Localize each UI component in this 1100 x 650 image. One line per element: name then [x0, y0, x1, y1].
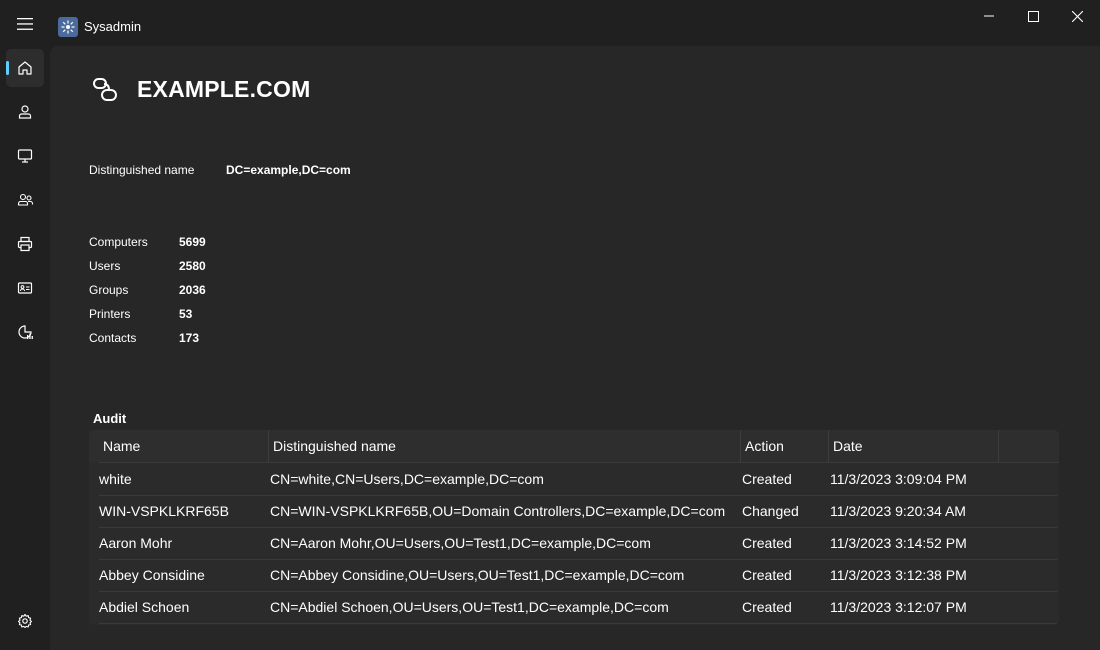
stat-label-users: Users — [89, 259, 121, 273]
user-icon — [18, 105, 32, 119]
stat-value-users: 2580 — [179, 259, 206, 273]
app-title: Sysadmin — [84, 19, 142, 34]
home-icon — [18, 61, 32, 75]
cell-distinguished-name: CN=Aaron Mohr,OU=Users,OU=Test1,DC=examp… — [270, 535, 651, 551]
groups-icon — [17, 193, 33, 206]
app-logo-icon — [58, 17, 78, 37]
menu-button[interactable] — [10, 10, 40, 38]
cell-name: Aaron Mohr — [99, 535, 173, 551]
table-row[interactable]: Abbey Considine CN=Abbey Considine,OU=Us… — [99, 560, 1057, 592]
close-button[interactable] — [1054, 0, 1100, 32]
stat-value-printers: 53 — [179, 307, 193, 321]
page-title: EXAMPLE.COM — [137, 76, 311, 102]
cell-date: 11/3/2023 3:09:04 PM — [830, 471, 967, 487]
stat-value-computers: 5699 — [179, 235, 206, 249]
table-header: Name Distinguished name Action Date — [89, 430, 1059, 463]
distinguished-name-label: Distinguished name — [89, 163, 195, 177]
cell-name: WIN-VSPKLKRF65B — [99, 503, 229, 519]
contact-card-icon — [17, 282, 33, 294]
cell-date: 11/3/2023 3:14:52 PM — [830, 535, 967, 551]
table-row[interactable]: Abdiel Schoen CN=Abdiel Schoen,OU=Users,… — [99, 592, 1057, 624]
sidebar-item-reports[interactable] — [6, 313, 44, 351]
cell-date: 11/3/2023 3:12:07 PM — [830, 599, 967, 615]
stat-label-groups: Groups — [89, 283, 129, 297]
audit-table: Name Distinguished name Action Date whit… — [89, 430, 1059, 625]
stat-value-contacts: 173 — [179, 331, 200, 345]
table-row[interactable]: white CN=white,CN=Users,DC=example,DC=co… — [99, 464, 1057, 496]
cell-distinguished-name: CN=Abbey Considine,OU=Users,OU=Test1,DC=… — [270, 567, 685, 583]
printer-icon — [17, 236, 33, 252]
maximize-button[interactable] — [1010, 0, 1056, 32]
minimize-icon — [984, 15, 994, 17]
sidebar-item-users[interactable] — [6, 93, 44, 131]
column-header-date[interactable]: Date — [829, 430, 999, 462]
gear-icon — [17, 613, 33, 629]
table-left-gutter — [89, 462, 99, 625]
sidebar-item-home[interactable] — [6, 49, 44, 87]
cell-date: 11/3/2023 3:12:38 PM — [830, 567, 967, 583]
stat-label-computers: Computers — [89, 235, 148, 249]
report-icon — [17, 324, 33, 339]
cell-action: Created — [742, 471, 792, 487]
audit-heading: Audit — [93, 411, 127, 426]
settings-button[interactable] — [6, 602, 44, 640]
sidebar — [0, 46, 50, 650]
cell-name: Abbey Considine — [99, 567, 205, 583]
sidebar-item-printers[interactable] — [6, 225, 44, 263]
column-header-distinguished-name[interactable]: Distinguished name — [269, 430, 741, 462]
selection-indicator — [6, 61, 9, 75]
domain-icon — [93, 78, 117, 101]
cell-date: 11/3/2023 9:20:34 AM — [830, 503, 966, 519]
cell-distinguished-name: CN=WIN-VSPKLKRF65B,OU=Domain Controllers… — [270, 503, 726, 519]
maximize-icon — [1027, 10, 1039, 22]
cell-distinguished-name: CN=white,CN=Users,DC=example,DC=com — [270, 471, 544, 487]
column-header-name[interactable]: Name — [99, 430, 269, 462]
stat-label-printers: Printers — [89, 307, 131, 321]
close-icon — [1071, 10, 1083, 22]
table-row[interactable]: Aaron Mohr CN=Aaron Mohr,OU=Users,OU=Tes… — [99, 528, 1057, 560]
cell-name: Abdiel Schoen — [99, 599, 190, 615]
minimize-button[interactable] — [966, 0, 1012, 32]
cell-name: white — [99, 471, 132, 487]
sidebar-item-computers[interactable] — [6, 137, 44, 175]
stat-label-contacts: Contacts — [89, 331, 137, 345]
cell-action: Created — [742, 599, 792, 615]
distinguished-name-value: DC=example,DC=com — [226, 163, 351, 177]
column-header-action[interactable]: Action — [741, 430, 829, 462]
sidebar-item-contacts[interactable] — [6, 269, 44, 307]
computer-icon — [17, 149, 33, 163]
cell-distinguished-name: CN=Abdiel Schoen,OU=Users,OU=Test1,DC=ex… — [270, 599, 669, 615]
hamburger-icon — [17, 18, 33, 30]
stat-value-groups: 2036 — [179, 283, 206, 297]
cell-action: Created — [742, 567, 792, 583]
table-row[interactable]: WIN-VSPKLKRF65B CN=WIN-VSPKLKRF65B,OU=Do… — [99, 496, 1057, 528]
sidebar-item-groups[interactable] — [6, 181, 44, 219]
cell-action: Created — [742, 535, 792, 551]
main-content: EXAMPLE.COM Distinguished name DC=exampl… — [50, 46, 1100, 650]
cell-action: Changed — [742, 503, 799, 519]
title-bar: Sysadmin — [0, 0, 1100, 46]
